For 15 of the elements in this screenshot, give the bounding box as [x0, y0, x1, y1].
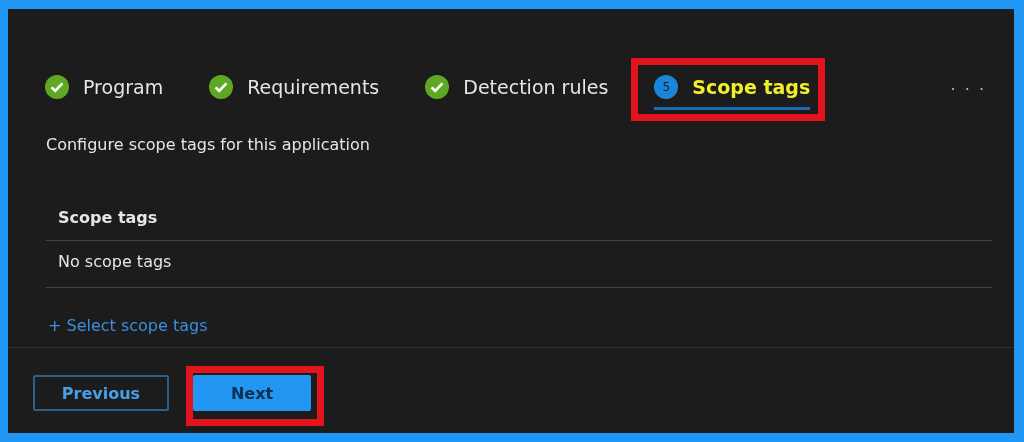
- select-scope-tags-link[interactable]: + Select scope tags: [46, 316, 208, 335]
- previous-button[interactable]: Previous: [33, 375, 169, 411]
- wizard-step-tab[interactable]: Detection rules: [425, 68, 609, 110]
- wizard-step-tab[interactable]: Requirements: [209, 68, 380, 110]
- check-icon: [425, 74, 450, 99]
- more-button[interactable]: · · ·: [944, 78, 992, 100]
- column-header: Scope tags: [46, 194, 992, 241]
- check-icon: [209, 74, 234, 99]
- table-cell: No scope tags: [46, 241, 992, 288]
- check-icon: [45, 74, 69, 99]
- next-button[interactable]: Next: [193, 375, 311, 411]
- wizard-step-tab[interactable]: Program: [45, 68, 164, 110]
- step-number-badge: 5: [654, 74, 679, 99]
- wizard-step-tab[interactable]: 5 Scope tags: [654, 68, 811, 110]
- description-text: Configure scope tags for this application: [46, 135, 371, 154]
